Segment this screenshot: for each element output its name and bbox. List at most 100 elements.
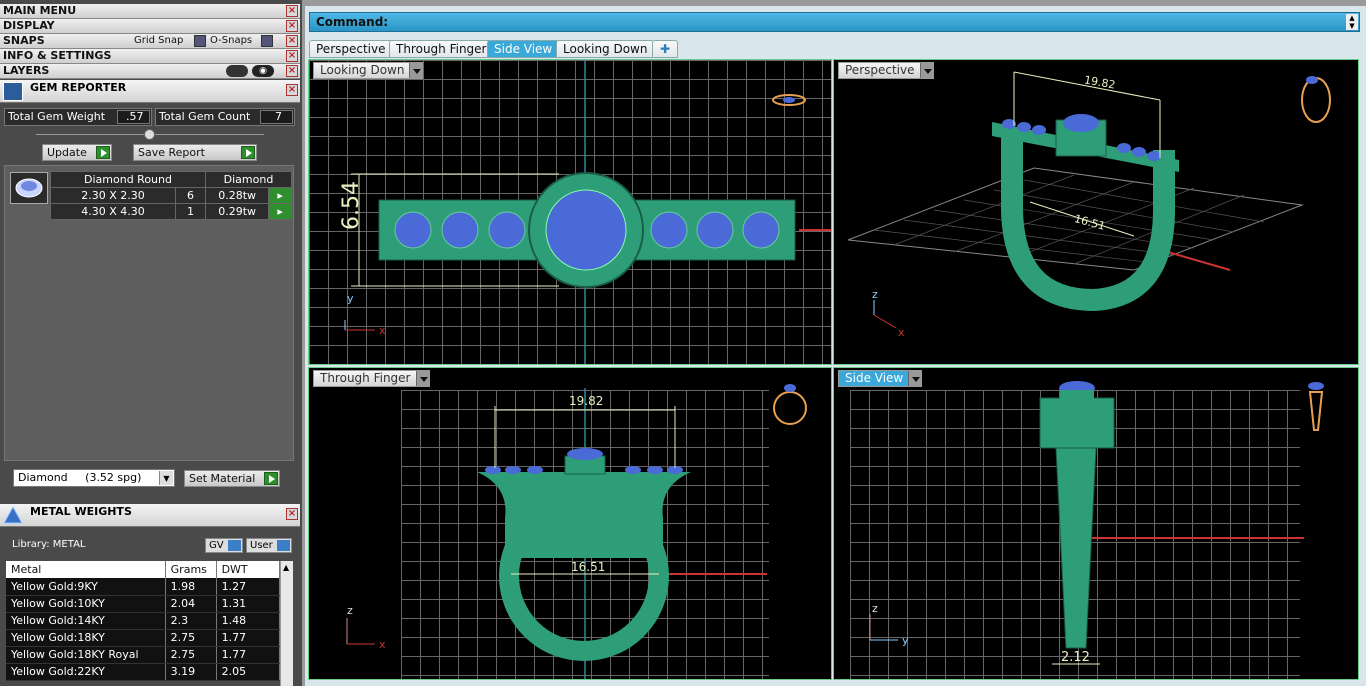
gem-table: Diamond Round Diamond 2.30 X 2.30 6 0.28…: [50, 171, 292, 220]
close-icon[interactable]: ×: [286, 65, 298, 77]
o-snaps-toggle[interactable]: [261, 35, 273, 47]
command-bar[interactable]: Command: ▲ ▼: [309, 12, 1360, 32]
svg-text:y: y: [347, 292, 354, 305]
play-icon: [264, 472, 278, 485]
collapse-handle-icon[interactable]: [144, 129, 155, 140]
gem-col-header: Diamond: [205, 171, 292, 188]
chevron-down-icon[interactable]: [409, 63, 423, 78]
viewport-through-finger[interactable]: z x 19.82 16.51 Through Finger: [308, 367, 832, 680]
library-label: Library: METAL: [12, 539, 86, 550]
close-icon[interactable]: ×: [286, 50, 298, 62]
ring-perspective-model: z x: [847, 71, 1331, 339]
play-icon: [241, 146, 255, 159]
viewport-looking-down[interactable]: x y 6.54 Looking Down: [308, 59, 832, 365]
viewport-label-side-view[interactable]: Side View: [838, 370, 923, 387]
command-label: Command:: [316, 15, 389, 29]
metal-name: Yellow Gold:22KY: [6, 663, 166, 681]
metal-table-scrollbar[interactable]: ▲: [280, 561, 293, 686]
grid-snap-toggle[interactable]: [194, 35, 206, 47]
info-icon: [277, 540, 290, 551]
metal-dwt: 1.31: [216, 595, 281, 613]
total-gem-weight-value: .57: [117, 110, 150, 124]
metal-grams: 3.19: [165, 663, 217, 681]
table-row[interactable]: Yellow Gold:18KY 2.75 1.77: [6, 629, 293, 647]
user-toggle[interactable]: User: [246, 538, 292, 553]
dwt-col-header[interactable]: DWT: [216, 561, 281, 578]
viewport-label-through-finger[interactable]: Through Finger: [313, 370, 430, 387]
play-icon[interactable]: ▸: [268, 203, 292, 220]
tab-label: Side View: [494, 42, 553, 56]
metal-col-header[interactable]: Metal: [6, 561, 166, 578]
update-button[interactable]: Update: [42, 144, 112, 161]
metal-grams: 2.3: [165, 612, 217, 630]
metal-grams: 2.04: [165, 595, 217, 613]
metal-weights-header: METAL WEIGHTS ×: [0, 504, 300, 527]
table-row[interactable]: Yellow Gold:10KY 2.04 1.31: [6, 595, 293, 613]
viewport-perspective[interactable]: z x 19.82 16.51 Perspective: [833, 59, 1359, 365]
close-icon[interactable]: ×: [286, 35, 298, 47]
viewport-label-text: Perspective: [845, 63, 915, 77]
close-icon[interactable]: ×: [286, 5, 298, 17]
set-material-button[interactable]: Set Material: [184, 470, 280, 487]
gem-size: 2.30 X 2.30: [50, 187, 176, 204]
update-label: Update: [47, 146, 87, 159]
close-icon[interactable]: ×: [286, 508, 298, 520]
metal-name: Yellow Gold:9KY: [6, 578, 166, 596]
gem-thumbnail[interactable]: [10, 172, 48, 204]
play-icon[interactable]: ▸: [268, 187, 292, 204]
menu-info-settings[interactable]: INFO & SETTINGS ×: [0, 49, 300, 64]
metal-grams: 1.98: [165, 578, 217, 596]
tab-side-view[interactable]: Side View: [487, 40, 560, 58]
table-row[interactable]: Yellow Gold:22KY 3.19 2.05: [6, 663, 293, 681]
close-icon[interactable]: ×: [286, 84, 298, 96]
tab-looking-down[interactable]: Looking Down: [556, 40, 655, 58]
svg-text:x: x: [379, 638, 386, 651]
viewport-label-text: Side View: [845, 371, 904, 385]
svg-text:z: z: [872, 602, 878, 615]
menu-display-label: DISPLAY: [3, 19, 55, 32]
table-row[interactable]: Yellow Gold:9KY 1.98 1.27: [6, 578, 293, 596]
round-diamond-icon: [15, 178, 43, 198]
info-icon: [228, 540, 241, 551]
material-select[interactable]: Diamond (3.52 spg) ▼: [13, 469, 175, 487]
layer-visibility-icon[interactable]: [226, 65, 248, 77]
metal-weights-icon: [2, 505, 24, 526]
grams-col-header[interactable]: Grams: [165, 561, 217, 578]
ring-front-model: z x: [346, 384, 807, 679]
menu-layers[interactable]: LAYERS ◉ ×: [0, 64, 300, 79]
menu-snaps[interactable]: SNAPS Grid Snap O-Snaps ×: [0, 34, 300, 49]
dimension-label: 19.82: [569, 394, 604, 408]
chevron-down-icon[interactable]: [415, 371, 429, 386]
o-snaps-label: O-Snaps: [210, 35, 253, 46]
metal-name: Yellow Gold:18KY: [6, 629, 166, 647]
menu-display[interactable]: DISPLAY ×: [0, 19, 300, 34]
svg-text:y: y: [902, 634, 909, 647]
menu-main[interactable]: MAIN MENU ×: [0, 4, 300, 19]
viewport-label-perspective[interactable]: Perspective: [838, 62, 934, 79]
chevron-up-icon[interactable]: ▲: [283, 563, 289, 572]
tab-perspective[interactable]: Perspective: [309, 40, 393, 58]
gv-toggle[interactable]: GV: [205, 538, 243, 553]
table-row[interactable]: Yellow Gold:18KY Royal 2.75 1.77: [6, 646, 293, 664]
chevron-down-icon[interactable]: [908, 371, 922, 386]
viewport-side-view[interactable]: z y 2.12 Side View: [833, 367, 1359, 680]
chevron-down-icon[interactable]: [919, 63, 933, 78]
menu-main-label: MAIN MENU: [3, 4, 77, 17]
total-gem-count-label: Total Gem Count: [159, 110, 251, 123]
gem-reporter-header: GEM REPORTER ×: [0, 80, 300, 103]
gem-size: 4.30 X 4.30: [50, 203, 176, 220]
table-row[interactable]: 4.30 X 4.30 1 0.29tw ▸: [50, 203, 292, 220]
close-icon[interactable]: ×: [286, 20, 298, 32]
viewport-label-looking-down[interactable]: Looking Down: [313, 62, 424, 79]
table-row[interactable]: 2.30 X 2.30 6 0.28tw ▸: [50, 187, 292, 204]
add-tab-icon[interactable]: ✚: [652, 40, 678, 58]
dimension-label: 6.54: [339, 181, 364, 230]
save-report-button[interactable]: Save Report: [133, 144, 257, 161]
table-row[interactable]: Yellow Gold:14KY 2.3 1.48: [6, 612, 293, 630]
metal-grams: 2.75: [165, 629, 217, 647]
tab-through-finger[interactable]: Through Finger: [389, 40, 494, 58]
menu-layers-label: LAYERS: [3, 64, 50, 77]
metal-grams: 2.75: [165, 646, 217, 664]
eye-icon[interactable]: ◉: [252, 65, 274, 77]
command-scroll-icon[interactable]: ▲ ▼: [1346, 14, 1358, 30]
